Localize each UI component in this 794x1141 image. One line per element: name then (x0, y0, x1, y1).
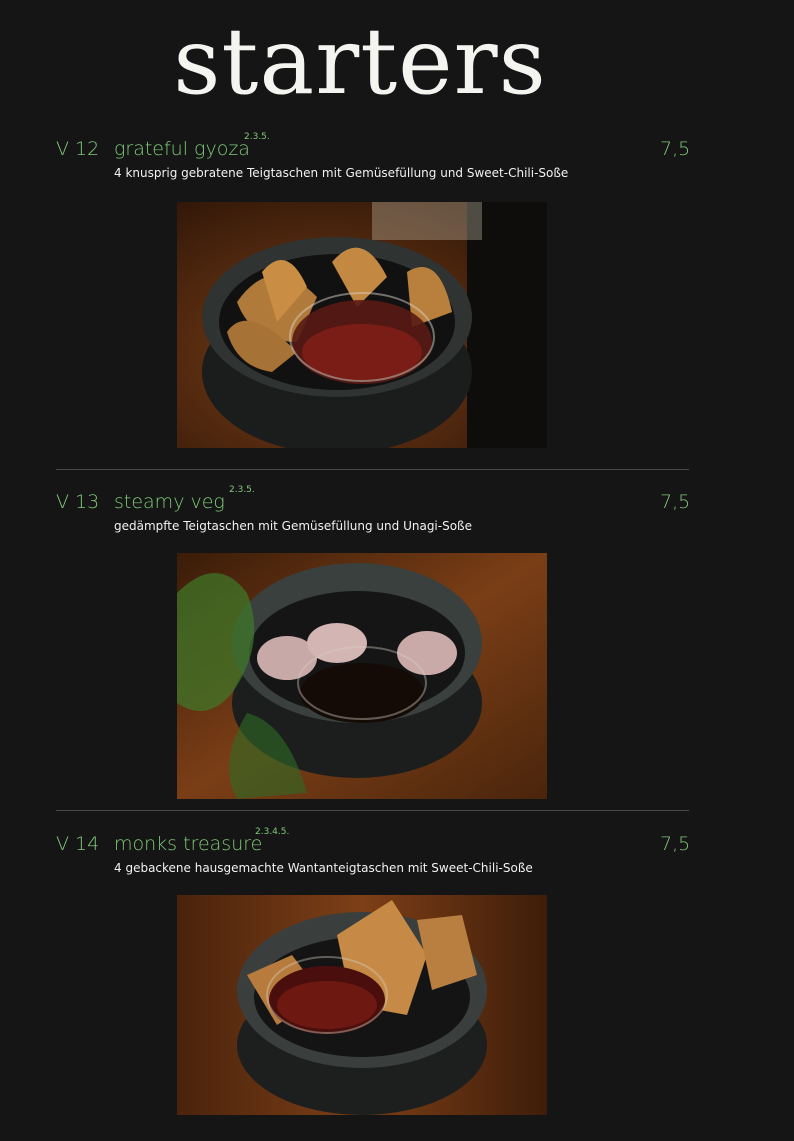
item-code: V 12 (56, 138, 100, 160)
page-title: starters (173, 8, 547, 115)
item-price: 7,5 (660, 138, 691, 160)
item-description: 4 knusprig gebratene Teigtaschen mit Gem… (114, 166, 569, 180)
item-name: monks treasure (114, 833, 263, 855)
item-name: steamy veg (114, 491, 225, 513)
section-divider (56, 810, 689, 811)
item-name: grateful gyoza (114, 138, 250, 160)
item-allergens: 2.3.4.5. (255, 827, 290, 837)
item-code: V 14 (56, 833, 100, 855)
item-description: 4 gebackene hausgemachte Wantanteigtasch… (114, 861, 533, 875)
item-description: gedämpfte Teigtaschen mit Gemüsefüllung … (114, 519, 472, 533)
section-divider (56, 469, 689, 470)
monks-treasure-photo (177, 895, 547, 1141)
gyoza-photo (177, 202, 547, 448)
item-code: V 13 (56, 491, 100, 513)
steamy-veg-photo (177, 553, 547, 799)
item-allergens: 2.3.5. (229, 485, 255, 495)
item-price: 7,5 (660, 491, 691, 513)
item-allergens: 2.3.5. (244, 132, 270, 142)
item-price: 7,5 (660, 833, 691, 855)
